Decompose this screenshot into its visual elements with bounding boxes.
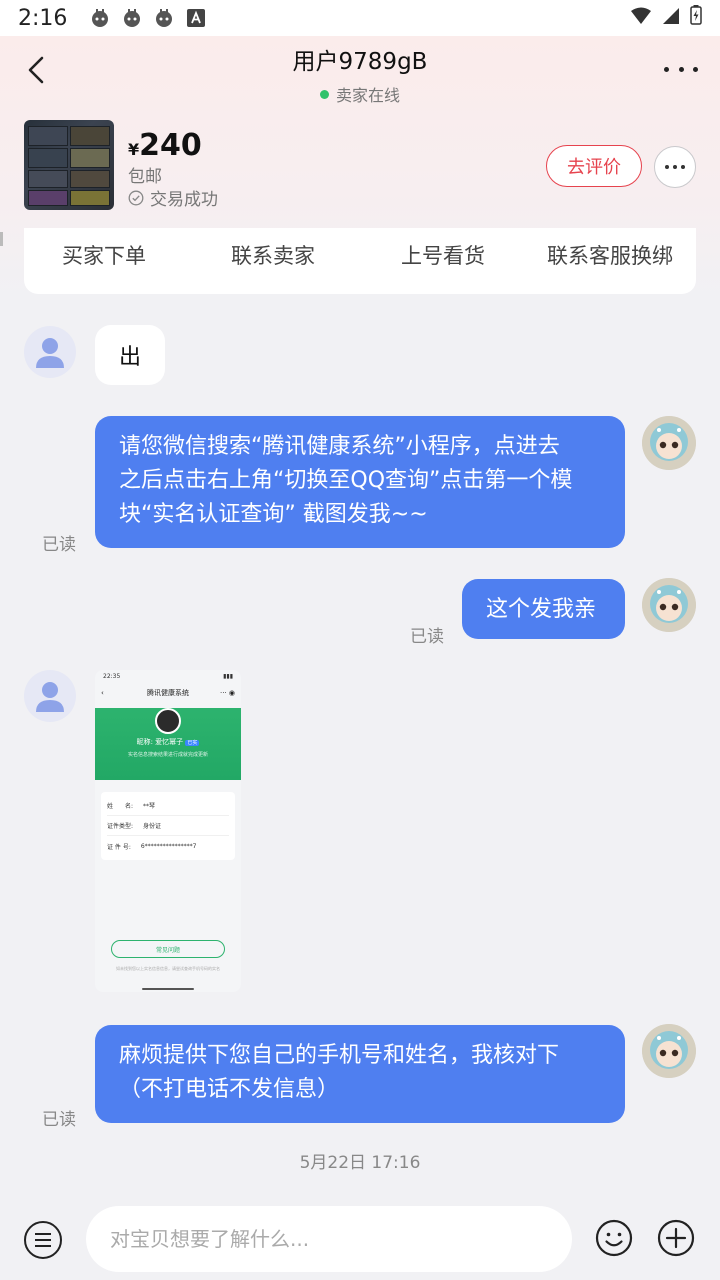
user-icon — [36, 338, 64, 368]
android-debug-icon — [89, 7, 111, 29]
read-receipt: 已读 — [410, 627, 444, 647]
image-home-indicator — [142, 988, 194, 990]
message-timestamp: 5月22日 17:16 — [299, 1153, 421, 1173]
trade-status-label: 交易成功 — [150, 190, 218, 210]
buyer-avatar[interactable] — [24, 670, 76, 722]
image-info-card: 姓 名: **琴 证件类型: 身份证 证 件 号: 6****************… — [101, 792, 235, 860]
cartoon-avatar-icon — [642, 1024, 696, 1078]
menu-button[interactable] — [24, 1221, 62, 1259]
quick-action-contact-seller[interactable]: 联系卖家 — [231, 240, 315, 270]
check-circle-icon — [128, 190, 144, 205]
image-nav-bar: ‹ 腾讯健康系统 ··· ◉ — [95, 684, 241, 702]
currency-symbol: ¥ — [128, 140, 140, 159]
emoji-button[interactable] — [595, 1219, 633, 1257]
image-info-row: 证件类型: 身份证 — [107, 816, 229, 836]
review-button[interactable]: 去评价 — [546, 145, 642, 187]
image-status-time: 22:35 — [103, 673, 121, 680]
plus-icon — [657, 1219, 695, 1257]
message-line: （不打电话不发信息） — [119, 1077, 340, 1102]
seller-avatar[interactable] — [642, 416, 696, 470]
image-footer-text: 如未找到您以上实名信息信息，请尝试查询手机号码的实名 — [116, 966, 220, 971]
image-verified-badge: 已实 — [185, 740, 200, 746]
product-price: ¥240 — [128, 128, 202, 163]
dot-icon — [665, 165, 669, 169]
read-receipt: 已读 — [42, 1110, 76, 1130]
image-subtitle: 实名信息搜索结果进行成就完成更新 — [127, 752, 208, 758]
product-thumbnail[interactable] — [24, 120, 114, 210]
status-bar: 2:16 — [0, 0, 720, 36]
image-menu-icon: ··· ◉ — [219, 689, 235, 697]
image-row-value: 6****************7 — [140, 842, 197, 850]
wifi-icon — [630, 6, 652, 31]
image-nickname-text: 昵称: 爱忆幂子 — [136, 738, 184, 746]
dot-icon — [673, 165, 677, 169]
message-line: 请您微信搜索“腾讯健康系统”小程序，点进去 — [119, 434, 560, 459]
price-value: 240 — [139, 128, 202, 163]
message-input[interactable] — [86, 1206, 572, 1272]
cartoon-avatar-icon — [642, 416, 696, 470]
image-info-row: 姓 名: **琴 — [107, 796, 229, 816]
menu-line — [35, 1239, 51, 1241]
buyer-avatar[interactable] — [24, 326, 76, 378]
chat-header: 用户9789gB 卖家在线 — [0, 42, 720, 106]
image-info-row: 证 件 号: 6****************7 — [107, 836, 229, 856]
message-line: 麻烦提供下您自己的手机号和姓名，我核对下 — [119, 1043, 560, 1068]
status-time: 2:16 — [18, 5, 68, 31]
image-signal-icon: ▮▮▮ — [223, 673, 233, 680]
quick-actions-bar: 买家下单 联系卖家 上号看货 联系客服换绑 — [24, 228, 696, 294]
message-line: 之后点击右上角“切换至QQ查询”点击第一个模 — [119, 468, 573, 493]
dot-icon — [664, 66, 669, 72]
image-faq-button: 常见问题 — [111, 940, 225, 958]
image-nickname: 昵称: 爱忆幂子 已实 — [95, 737, 241, 747]
quick-action-buyer-order[interactable]: 买家下单 — [62, 240, 146, 270]
chat-title: 用户9789gB — [292, 49, 428, 75]
android-debug-icon — [121, 7, 143, 29]
image-row-value: **琴 — [143, 803, 156, 810]
status-right — [630, 5, 702, 31]
smiley-icon — [595, 1219, 633, 1257]
shipping-label: 包邮 — [128, 167, 162, 187]
product-more-button[interactable] — [654, 146, 696, 188]
edge-marker — [0, 232, 3, 246]
message-bubble[interactable]: 这个发我亲 — [462, 579, 625, 639]
android-debug-icon — [153, 7, 175, 29]
font-a-icon — [185, 7, 207, 29]
signal-icon — [662, 6, 680, 31]
user-icon — [36, 682, 64, 712]
image-nav-title: 腾讯健康系统 — [147, 689, 189, 697]
message-bubble[interactable]: 请您微信搜索“腾讯健康系统”小程序，点进去 之后点击右上角“切换至QQ查询”点击… — [95, 416, 625, 548]
online-status-label: 卖家在线 — [335, 86, 400, 105]
image-profile-banner: 昵称: 爱忆幂子 已实 实名信息搜索结果进行成就完成更新 — [95, 708, 241, 780]
dot-icon — [693, 66, 698, 72]
read-receipt: 已读 — [42, 535, 76, 555]
online-status: 卖家在线 — [0, 82, 720, 106]
message-line: 块“实名认证查询” 截图发我~~ — [119, 502, 428, 527]
image-status-bar: 22:35 ▮▮▮ — [95, 670, 241, 684]
quick-action-view-account[interactable]: 上号看货 — [401, 240, 485, 270]
dot-icon — [681, 165, 685, 169]
image-row-label: 姓 名: — [107, 803, 134, 810]
more-options-button[interactable] — [664, 58, 698, 80]
message-line: 这个发我亲 — [486, 597, 597, 622]
online-dot — [319, 89, 329, 99]
image-row-label: 证 件 号: — [107, 843, 131, 851]
image-row-value: 身份证 — [143, 823, 162, 830]
image-row-label: 证件类型: — [107, 823, 134, 830]
cartoon-avatar-icon — [642, 578, 696, 632]
seller-avatar[interactable] — [642, 578, 696, 632]
seller-avatar[interactable] — [642, 1024, 696, 1078]
message-bubble[interactable]: 麻烦提供下您自己的手机号和姓名，我核对下 （不打电话不发信息） — [95, 1025, 625, 1123]
battery-icon — [690, 5, 702, 31]
dot-icon — [678, 66, 684, 72]
image-message[interactable]: 22:35 ▮▮▮ ‹ 腾讯健康系统 ··· ◉ 昵称: 爱忆幂子 已实 实名信… — [95, 670, 241, 992]
message-bubble[interactable]: 出 — [95, 325, 166, 385]
menu-line — [35, 1233, 51, 1235]
add-button[interactable] — [657, 1219, 695, 1257]
image-profile-avatar — [155, 708, 181, 734]
quick-action-contact-service[interactable]: 联系客服换绑 — [547, 240, 673, 270]
image-back-icon: ‹ — [101, 689, 104, 697]
menu-line — [35, 1245, 51, 1247]
trade-status: 交易成功 — [128, 185, 218, 210]
